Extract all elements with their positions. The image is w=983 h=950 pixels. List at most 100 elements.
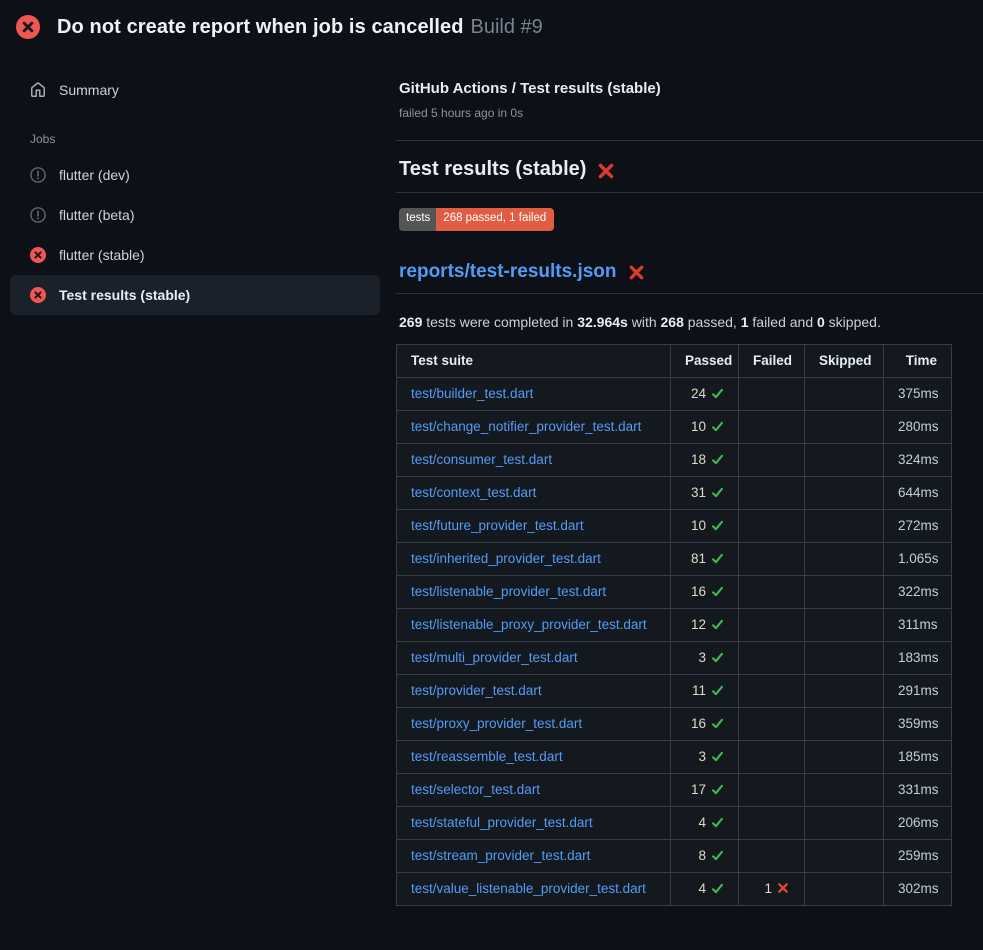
cell-passed: 10 [671, 509, 739, 542]
sidebar-item-summary[interactable]: Summary [10, 77, 380, 103]
report-file-link[interactable]: reports/test-results.json [399, 261, 617, 283]
summary-segment: tests were completed in [422, 314, 577, 330]
report-heading: reports/test-results.json [396, 261, 983, 283]
breadcrumb: GitHub Actions / Test results (stable) [396, 80, 983, 97]
cell-failed [739, 707, 805, 740]
cell-failed [739, 542, 805, 575]
table-row: test/stateful_provider_test.dart4206ms [397, 806, 952, 839]
check-icon [711, 486, 724, 499]
cell-passed: 3 [671, 641, 739, 674]
home-icon [30, 82, 46, 98]
test-suite-link[interactable]: test/proxy_provider_test.dart [411, 716, 582, 731]
table-row: test/builder_test.dart24375ms [397, 377, 952, 410]
test-summary-text: 269 tests were completed in 32.964s with… [396, 314, 983, 330]
sidebar-item-label: flutter (dev) [59, 167, 130, 183]
cell-failed [739, 740, 805, 773]
cell-test-suite: test/stateful_provider_test.dart [397, 806, 671, 839]
cell-failed [739, 476, 805, 509]
check-icon [711, 420, 724, 433]
test-suite-link[interactable]: test/selector_test.dart [411, 782, 540, 797]
sidebar-jobs: flutter (dev) flutter (beta) flutter (stab… [10, 155, 380, 315]
sidebar-jobs-heading: Jobs [30, 132, 380, 146]
sidebar-item-flutter-stable[interactable]: flutter (stable) [10, 235, 380, 275]
test-suite-link[interactable]: test/value_listenable_provider_test.dart [411, 881, 646, 896]
test-suite-link[interactable]: test/listenable_proxy_provider_test.dart [411, 617, 647, 632]
count-value: 3 [698, 650, 706, 665]
count-value: 1 [764, 881, 772, 896]
test-suite-link[interactable]: test/change_notifier_provider_test.dart [411, 419, 641, 434]
check-icon [711, 750, 724, 763]
sidebar-item-test-results-stable[interactable]: Test results (stable) [10, 275, 380, 315]
summary-segment: 268 [661, 314, 684, 330]
sidebar-item-flutter-beta[interactable]: flutter (beta) [10, 195, 380, 235]
test-suite-link[interactable]: test/builder_test.dart [411, 386, 533, 401]
column-header-passed: Passed [671, 344, 739, 377]
cell-failed [739, 806, 805, 839]
check-icon [711, 684, 724, 697]
count-value: 10 [691, 518, 706, 533]
cell-passed: 10 [671, 410, 739, 443]
count-value: 4 [698, 881, 706, 896]
test-suite-link[interactable]: test/future_provider_test.dart [411, 518, 584, 533]
cell-skipped [805, 410, 884, 443]
cell-time: 322ms [884, 575, 952, 608]
cell-failed [739, 575, 805, 608]
test-suite-link[interactable]: test/reassemble_test.dart [411, 749, 563, 764]
test-results-table: Test suite Passed Failed Skipped Time te… [396, 344, 952, 906]
test-suite-link[interactable]: test/listenable_provider_test.dart [411, 584, 606, 599]
summary-segment: skipped. [825, 314, 881, 330]
summary-segment: failed and [749, 314, 818, 330]
tests-badge-value: 268 passed, 1 failed [436, 208, 554, 231]
red-cross-mark-icon [628, 264, 645, 281]
cell-failed [739, 608, 805, 641]
test-suite-link[interactable]: test/inherited_provider_test.dart [411, 551, 601, 566]
cell-passed: 3 [671, 740, 739, 773]
column-header-failed: Failed [739, 344, 805, 377]
check-icon [711, 717, 724, 730]
test-suite-link[interactable]: test/stateful_provider_test.dart [411, 815, 593, 830]
section-title: Test results (stable) [399, 158, 586, 181]
summary-segment: 1 [741, 314, 749, 330]
red-cross-mark-icon [597, 162, 615, 180]
x-icon [777, 882, 790, 895]
run-title: Do not create report when job is cancell… [57, 16, 464, 39]
test-suite-link[interactable]: test/provider_test.dart [411, 683, 542, 698]
check-icon [711, 585, 724, 598]
cell-time: 291ms [884, 674, 952, 707]
summary-segment: with [628, 314, 661, 330]
cell-passed: 31 [671, 476, 739, 509]
summary-segment: 269 [399, 314, 422, 330]
check-icon [711, 552, 724, 565]
test-suite-link[interactable]: test/stream_provider_test.dart [411, 848, 590, 863]
section-heading: Test results (stable) [396, 158, 983, 181]
summary-segment: 32.964s [577, 314, 628, 330]
cell-passed: 12 [671, 608, 739, 641]
tests-badge[interactable]: tests 268 passed, 1 failed [399, 208, 554, 231]
sidebar-item-label: flutter (stable) [59, 247, 145, 263]
tests-badge-label: tests [399, 208, 436, 231]
cell-passed: 16 [671, 575, 739, 608]
cell-skipped [805, 872, 884, 905]
count-value: 8 [698, 848, 706, 863]
cell-skipped [805, 674, 884, 707]
cell-time: 331ms [884, 773, 952, 806]
table-row: test/inherited_provider_test.dart811.065… [397, 542, 952, 575]
test-suite-link[interactable]: test/context_test.dart [411, 485, 536, 500]
test-suite-link[interactable]: test/multi_provider_test.dart [411, 650, 578, 665]
test-suite-link[interactable]: test/consumer_test.dart [411, 452, 552, 467]
sidebar-item-flutter-dev[interactable]: flutter (dev) [10, 155, 380, 195]
sidebar-item-label: flutter (beta) [59, 207, 134, 223]
cell-failed [739, 773, 805, 806]
x-circle-fill-icon [30, 287, 46, 303]
cell-skipped [805, 575, 884, 608]
cell-failed [739, 509, 805, 542]
check-icon [711, 882, 724, 895]
cell-passed: 24 [671, 377, 739, 410]
table-row: test/selector_test.dart17331ms [397, 773, 952, 806]
cell-time: 280ms [884, 410, 952, 443]
cell-test-suite: test/proxy_provider_test.dart [397, 707, 671, 740]
table-row: test/reassemble_test.dart3185ms [397, 740, 952, 773]
cell-test-suite: test/context_test.dart [397, 476, 671, 509]
cell-passed: 18 [671, 443, 739, 476]
cell-time: 272ms [884, 509, 952, 542]
